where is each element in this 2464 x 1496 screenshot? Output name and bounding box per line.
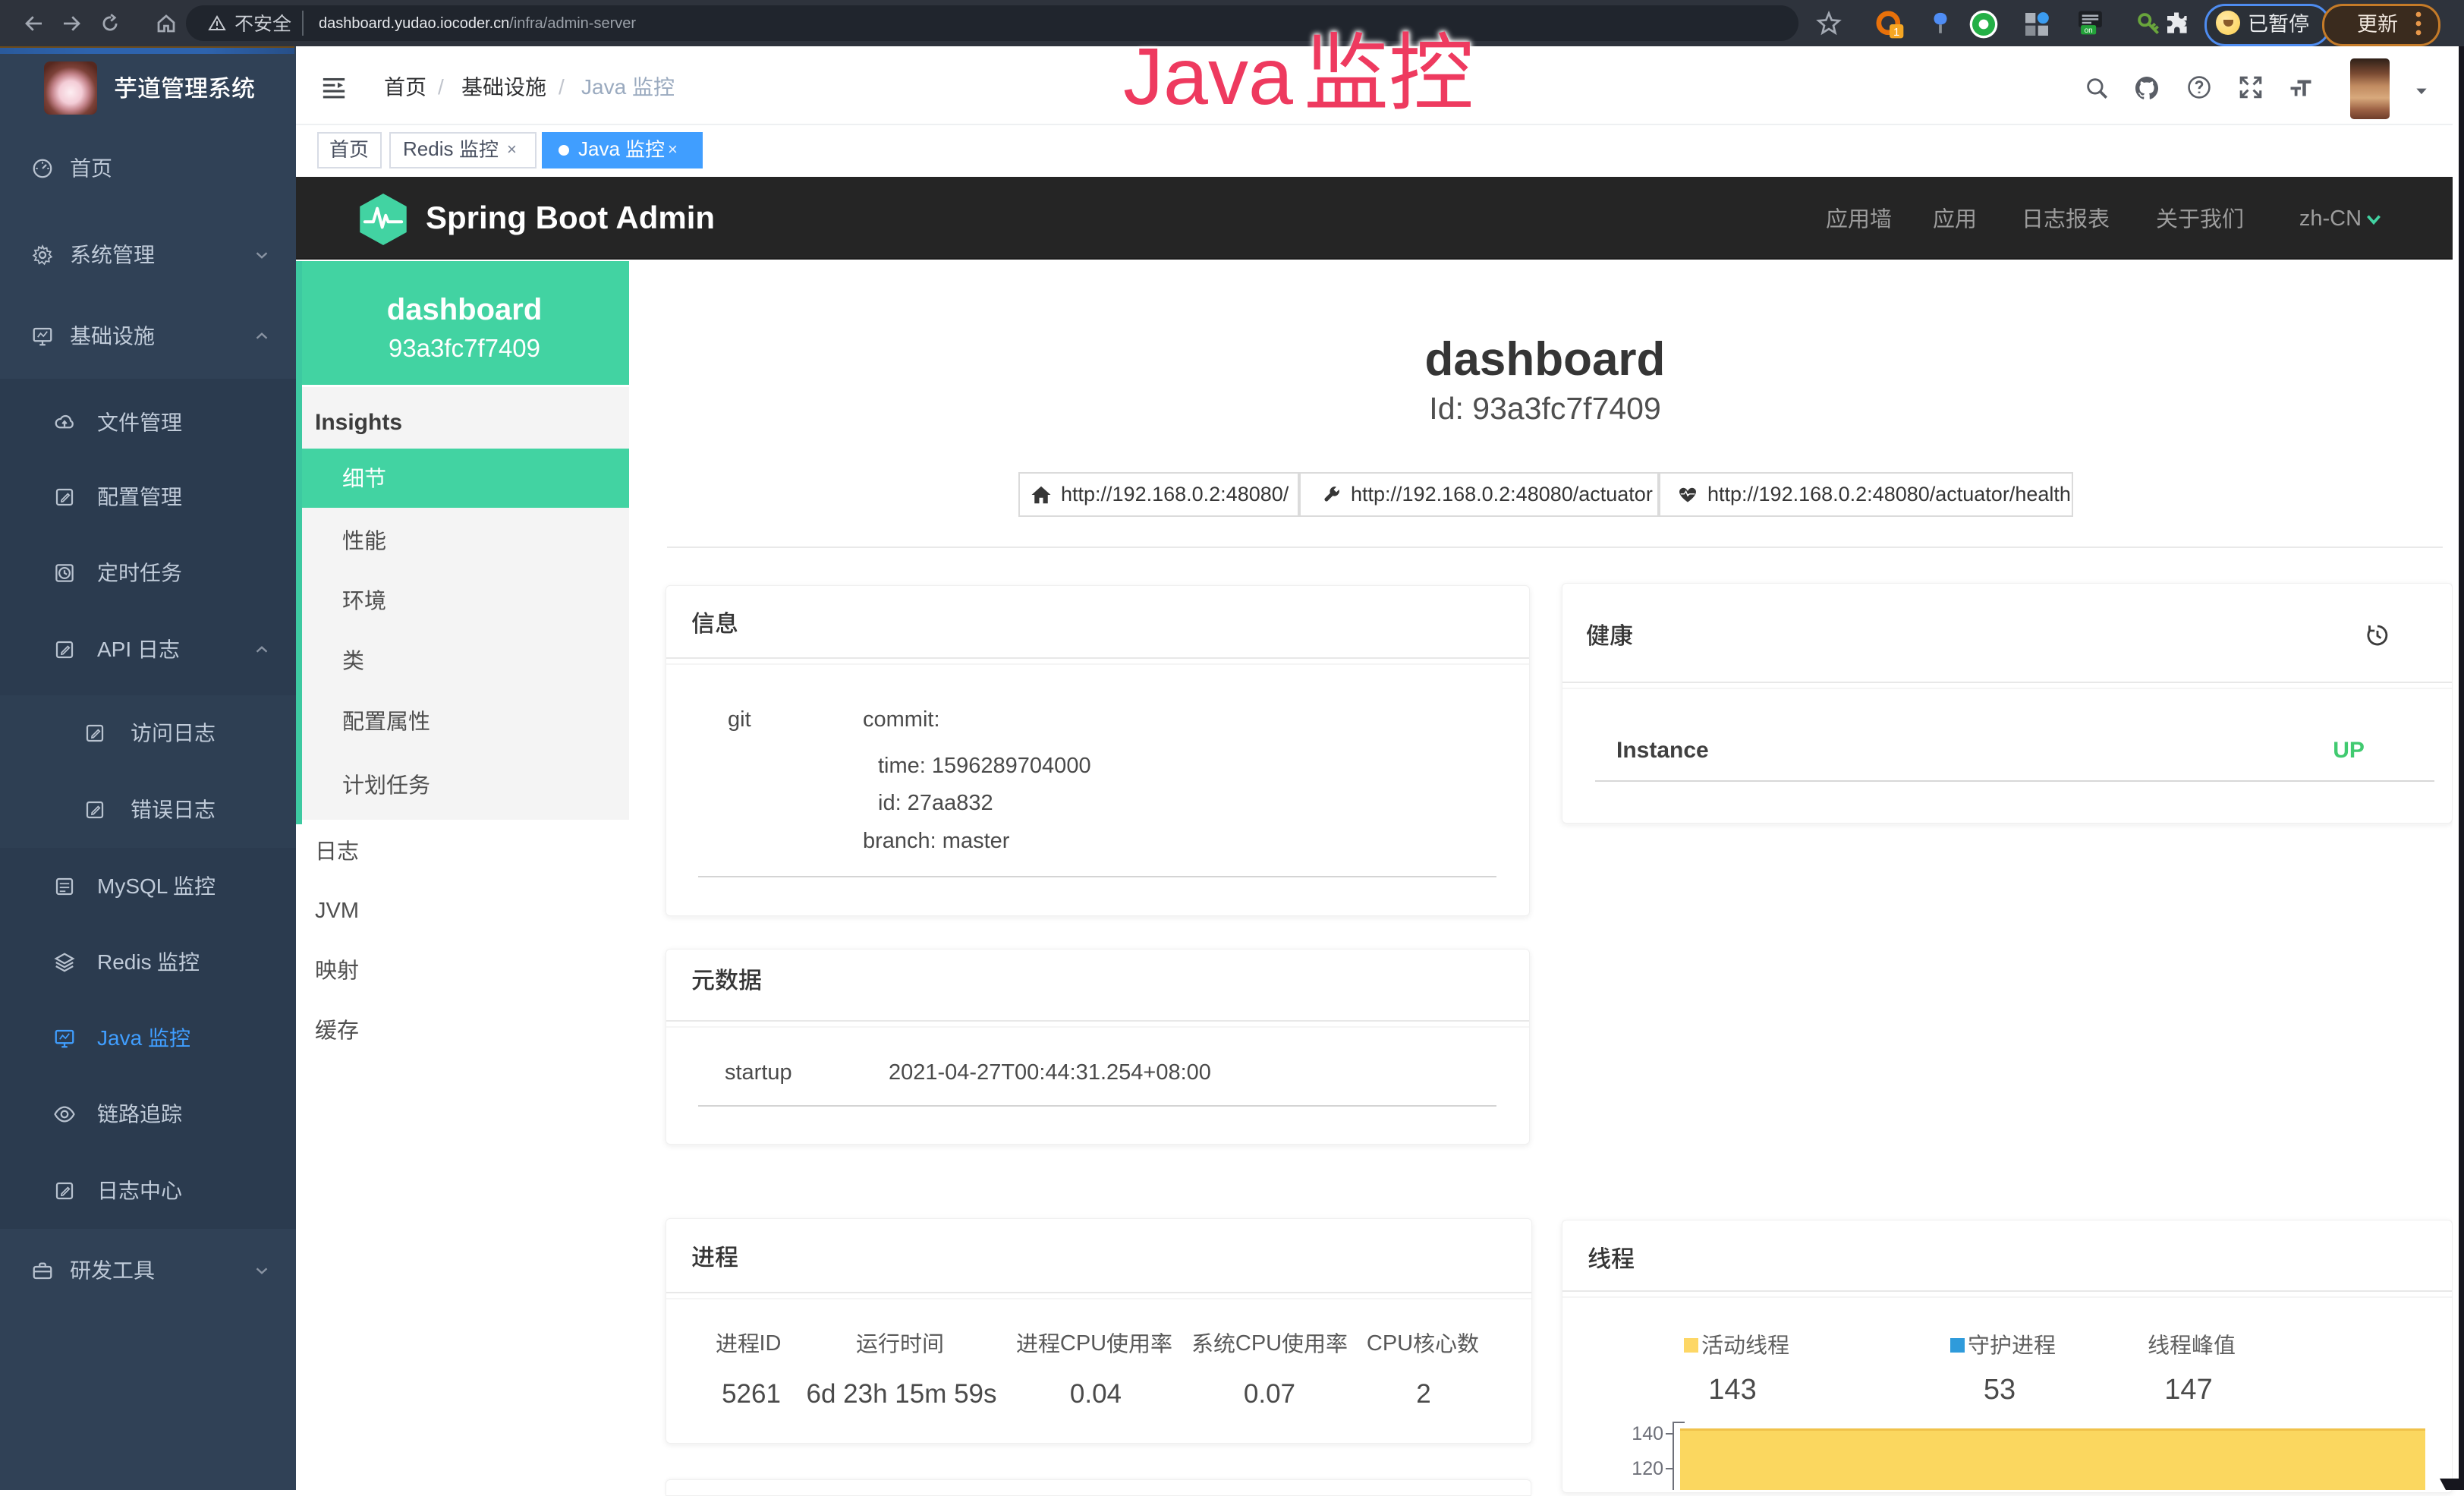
svg-text:1: 1 bbox=[1893, 26, 1899, 39]
svg-text:on: on bbox=[2085, 27, 2093, 35]
